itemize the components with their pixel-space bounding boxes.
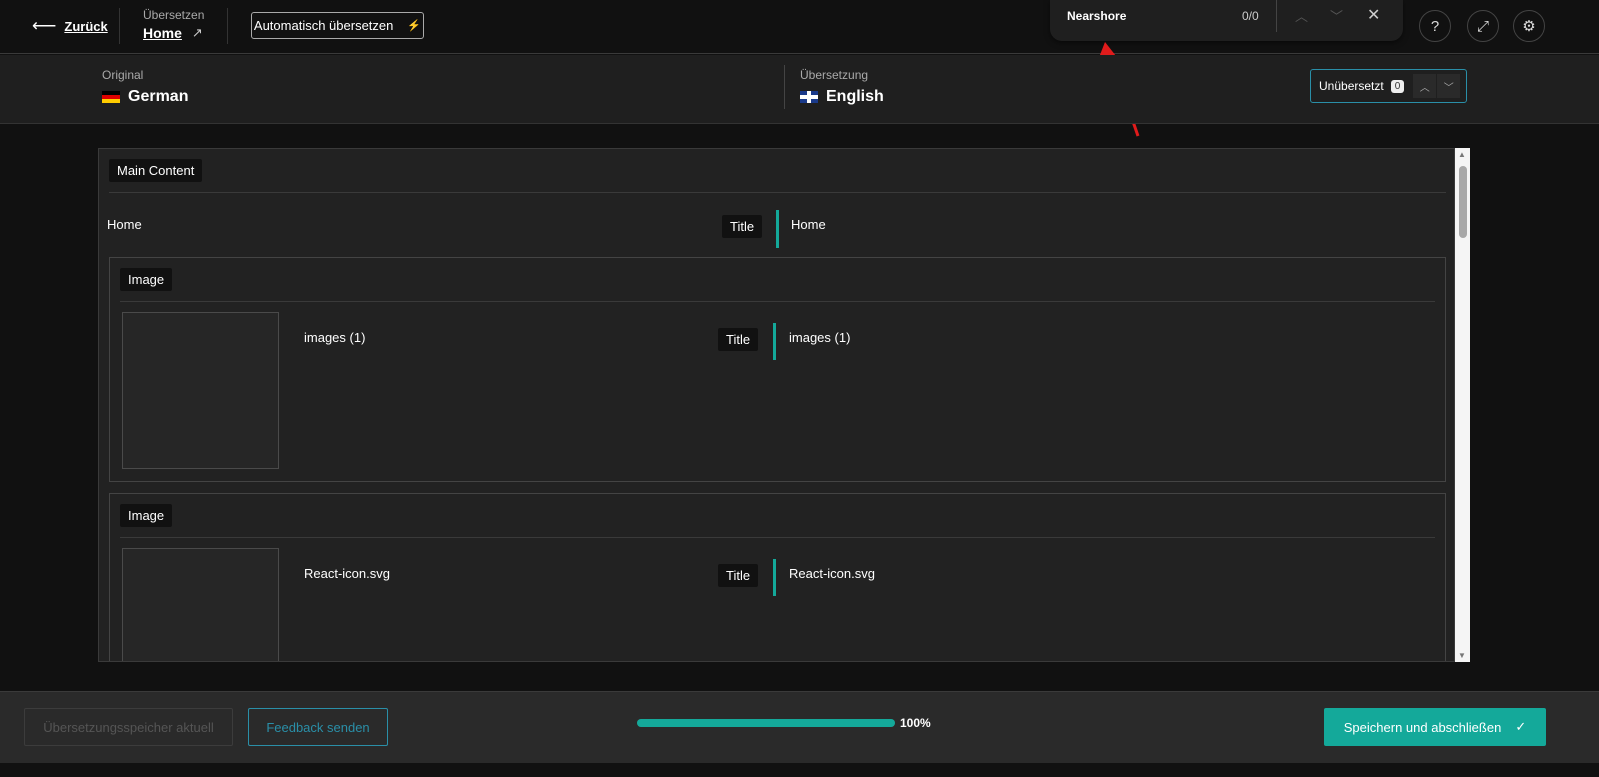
divider [1276, 0, 1277, 32]
image-thumbnail [122, 312, 279, 469]
search-next-button[interactable]: ﹀ [1330, 6, 1343, 25]
untranslated-count-badge: 0 [1390, 79, 1405, 93]
feedback-button[interactable]: Feedback senden [248, 708, 388, 746]
untranslated-filter[interactable]: Unübersetzt 0 ︿ ﹀ [1310, 69, 1467, 103]
page-name-link[interactable]: Home [143, 25, 182, 41]
memory-label: Übersetzungsspeicher aktuell [43, 719, 214, 735]
scrollbar-thumb[interactable] [1459, 166, 1467, 238]
auto-translate-label: Automatisch übersetzen [253, 18, 394, 33]
save-label: Speichern und abschließen [1343, 719, 1502, 735]
arrow-left-icon: ⟵ [32, 16, 57, 35]
check-icon: ✓ [1515, 719, 1527, 734]
target-text-field[interactable]: Home [791, 217, 826, 232]
image-block: Image React-icon.svg Title React-icon.sv… [109, 493, 1446, 661]
progress-label: 100% [900, 716, 931, 730]
help-icon: ? [1430, 17, 1440, 35]
settings-button[interactable]: ⚙ [1513, 10, 1545, 42]
german-flag-icon [102, 91, 120, 103]
divider [109, 192, 1446, 193]
original-language: German [128, 88, 189, 105]
source-text: React-icon.svg [304, 566, 390, 581]
feedback-label: Feedback senden [266, 719, 370, 735]
image-block: Image images (1) Title images (1) [109, 257, 1446, 482]
next-untranslated-button[interactable]: ﹀ [1437, 74, 1461, 98]
scrollbar[interactable]: ▲ ▼ [1455, 148, 1470, 662]
fullscreen-button[interactable]: ⤢ [1467, 10, 1499, 42]
progress-fill [637, 719, 895, 727]
field-tag: Title [718, 564, 759, 587]
progress-bar [637, 719, 895, 727]
target-text-field[interactable]: images (1) [789, 330, 850, 345]
divider [120, 537, 1435, 538]
search-popup: Nearshore 0/0 ︿ ﹀ ✕ [1050, 0, 1403, 41]
external-link-icon[interactable]: ↗ [192, 25, 203, 41]
divider [784, 65, 785, 109]
target-text-field[interactable]: React-icon.svg [789, 566, 875, 581]
source-text: Home [107, 217, 142, 232]
prev-untranslated-button[interactable]: ︿ [1413, 74, 1437, 98]
untranslated-label: Unübersetzt [1319, 79, 1384, 93]
footer-bar: Übersetzungsspeicher aktuell Feedback se… [0, 691, 1599, 763]
image-tag: Image [120, 504, 173, 527]
expand-icon: ⤢ [1476, 17, 1489, 35]
field-tag: Title [718, 328, 759, 351]
divider [227, 8, 228, 44]
back-link[interactable]: ⟵ Zurück [32, 16, 108, 36]
language-bar: Original German Übersetzung English Unüb… [0, 55, 1599, 124]
search-close-button[interactable]: ✕ [1367, 5, 1380, 25]
search-input[interactable]: Nearshore [1067, 9, 1126, 23]
source-text: images (1) [304, 330, 366, 345]
search-prev-button[interactable]: ︿ [1295, 6, 1308, 25]
divider [120, 301, 1435, 302]
lightning-icon: ⚡ [407, 20, 422, 32]
translation-language: English [826, 88, 884, 105]
save-and-finish-button[interactable]: Speichern und abschließen ✓ [1324, 708, 1546, 746]
help-button[interactable]: ? [1419, 10, 1451, 42]
original-label: Original [102, 68, 144, 82]
translation-label: Übersetzung [800, 68, 869, 82]
image-tag: Image [120, 268, 173, 291]
content-panel: Main Content Home Title Home Image image… [98, 148, 1455, 662]
translation-indicator [776, 210, 779, 248]
back-label: Zurück [64, 18, 108, 34]
translation-memory-button[interactable]: Übersetzungsspeicher aktuell [24, 708, 233, 746]
uk-flag-icon [800, 91, 818, 103]
field-tag: Title [722, 215, 763, 238]
section-label: Übersetzen [143, 8, 205, 22]
translation-indicator [773, 559, 776, 596]
gear-icon: ⚙ [1522, 18, 1536, 35]
main-content-tag: Main Content [109, 159, 203, 182]
image-thumbnail [122, 548, 279, 661]
divider [119, 8, 120, 44]
auto-translate-button[interactable]: Automatisch übersetzen ⚡ [251, 12, 424, 39]
search-count: 0/0 [1242, 9, 1259, 23]
translation-indicator [773, 323, 776, 360]
